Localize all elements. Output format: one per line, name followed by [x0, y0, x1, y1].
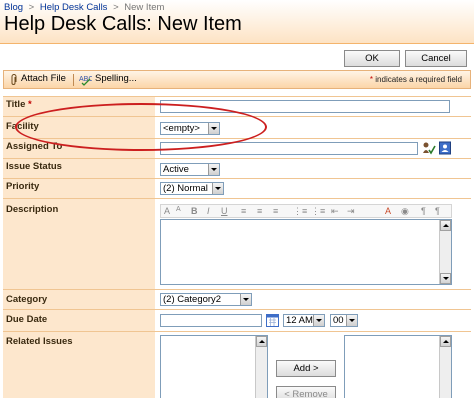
related-issues-available-list[interactable]: [160, 335, 268, 398]
form-toolbar: Attach File ABC Spelling... * indicates …: [3, 70, 471, 89]
description-scrollbar[interactable]: [439, 220, 451, 284]
facility-select[interactable]: <empty>: [160, 122, 220, 135]
remove-related-issue-button[interactable]: < Remove: [276, 386, 336, 398]
required-field-note: * indicates a required field: [370, 75, 462, 84]
font-size-icon[interactable]: A: [176, 206, 181, 213]
issue-status-label: Issue Status: [6, 161, 62, 172]
scroll-up-icon[interactable]: [440, 336, 451, 347]
selected-list-scrollbar[interactable]: [439, 336, 451, 398]
title-label-text: Title: [6, 99, 26, 110]
issue-status-value: Active: [163, 164, 189, 175]
assigned-to-input[interactable]: [160, 142, 418, 155]
chevron-down-icon[interactable]: [212, 183, 223, 194]
background-color-icon[interactable]: ◉: [401, 206, 409, 217]
outdent-icon[interactable]: ⇤: [331, 206, 339, 217]
underline-icon[interactable]: U: [221, 206, 228, 216]
assigned-to-label: Assigned To: [6, 141, 63, 152]
align-left-icon[interactable]: ≡: [241, 206, 246, 216]
spelling-check-icon[interactable]: ABC: [79, 73, 93, 89]
indent-icon[interactable]: ⇥: [347, 206, 355, 217]
cancel-button[interactable]: Cancel: [405, 50, 467, 67]
align-right-icon[interactable]: ≡: [273, 206, 278, 216]
required-star: *: [369, 75, 374, 84]
calendar-icon[interactable]: [266, 313, 279, 330]
due-hour-select[interactable]: 12 AM: [283, 314, 325, 327]
required-star: *: [28, 99, 32, 110]
row-issue-status: Issue Status: [3, 158, 471, 178]
required-note-text: indicates a required field: [375, 75, 462, 84]
due-date-input[interactable]: [160, 314, 262, 327]
available-list-scrollbar[interactable]: [255, 336, 267, 398]
check-names-icon[interactable]: [422, 141, 436, 158]
breadcrumb-blog[interactable]: Blog: [4, 2, 23, 13]
facility-value: <empty>: [163, 123, 200, 134]
italic-icon[interactable]: I: [207, 206, 210, 216]
category-select[interactable]: (2) Category2: [160, 293, 252, 306]
ltr-icon[interactable]: ¶: [421, 206, 426, 216]
bold-icon[interactable]: B: [191, 206, 198, 216]
description-editor[interactable]: [160, 219, 452, 285]
attach-file-button[interactable]: Attach File: [21, 73, 66, 84]
row-facility: Facility: [3, 116, 471, 138]
chevron-down-icon[interactable]: [208, 164, 219, 175]
category-value: (2) Category2: [163, 294, 222, 305]
category-label: Category: [6, 294, 48, 305]
breadcrumb-help-desk-calls[interactable]: Help Desk Calls: [40, 2, 108, 13]
page-header: Blog > Help Desk Calls > New Item Help D…: [0, 0, 474, 44]
scroll-down-icon[interactable]: [440, 273, 451, 284]
priority-label: Priority: [6, 181, 40, 192]
address-book-icon[interactable]: [439, 141, 451, 158]
add-related-issue-button[interactable]: Add >: [276, 360, 336, 377]
title-label: Title *: [6, 99, 32, 110]
numbered-list-icon[interactable]: ⋮≡: [293, 206, 307, 217]
breadcrumb-separator: >: [28, 2, 35, 13]
bulleted-list-icon[interactable]: ⋮≡: [311, 206, 325, 217]
scroll-up-icon[interactable]: [440, 220, 451, 231]
ok-button[interactable]: OK: [344, 50, 400, 67]
font-name-icon[interactable]: A: [164, 206, 170, 216]
due-date-label: Due Date: [6, 314, 48, 325]
breadcrumb-separator: >: [113, 2, 119, 13]
due-minute-value: 00: [333, 315, 344, 326]
text-color-icon[interactable]: A: [385, 206, 391, 216]
spelling-button[interactable]: Spelling...: [95, 73, 137, 84]
page-title: Help Desk Calls: New Item: [4, 13, 242, 35]
related-issues-label: Related Issues: [6, 336, 73, 347]
align-center-icon[interactable]: ≡: [257, 206, 262, 216]
facility-label: Facility: [6, 121, 39, 132]
rich-text-toolbar: A A B I U ≡ ≡ ≡ ⋮≡ ⋮≡ ⇤ ⇥ A ◉ ¶ ¶: [160, 204, 452, 218]
title-input[interactable]: [160, 100, 450, 113]
priority-select[interactable]: (2) Normal: [160, 182, 224, 195]
priority-value: (2) Normal: [163, 183, 208, 194]
rtl-icon[interactable]: ¶: [435, 206, 440, 216]
row-priority: Priority: [3, 178, 471, 198]
chevron-down-icon[interactable]: [313, 315, 324, 326]
chevron-down-icon[interactable]: [208, 123, 219, 134]
description-label: Description: [6, 204, 59, 215]
due-hour-value: 12 AM: [286, 315, 313, 326]
breadcrumb-current: New Item: [124, 2, 165, 13]
breadcrumb: Blog > Help Desk Calls > New Item: [4, 2, 164, 13]
issue-status-select[interactable]: Active: [160, 163, 220, 176]
chevron-down-icon[interactable]: [346, 315, 357, 326]
paperclip-icon[interactable]: [10, 74, 18, 89]
related-issues-selected-list[interactable]: [344, 335, 452, 398]
toolbar-divider: [73, 74, 74, 86]
due-minute-select[interactable]: 00: [330, 314, 358, 327]
scroll-up-icon[interactable]: [256, 336, 267, 347]
chevron-down-icon[interactable]: [240, 294, 251, 305]
